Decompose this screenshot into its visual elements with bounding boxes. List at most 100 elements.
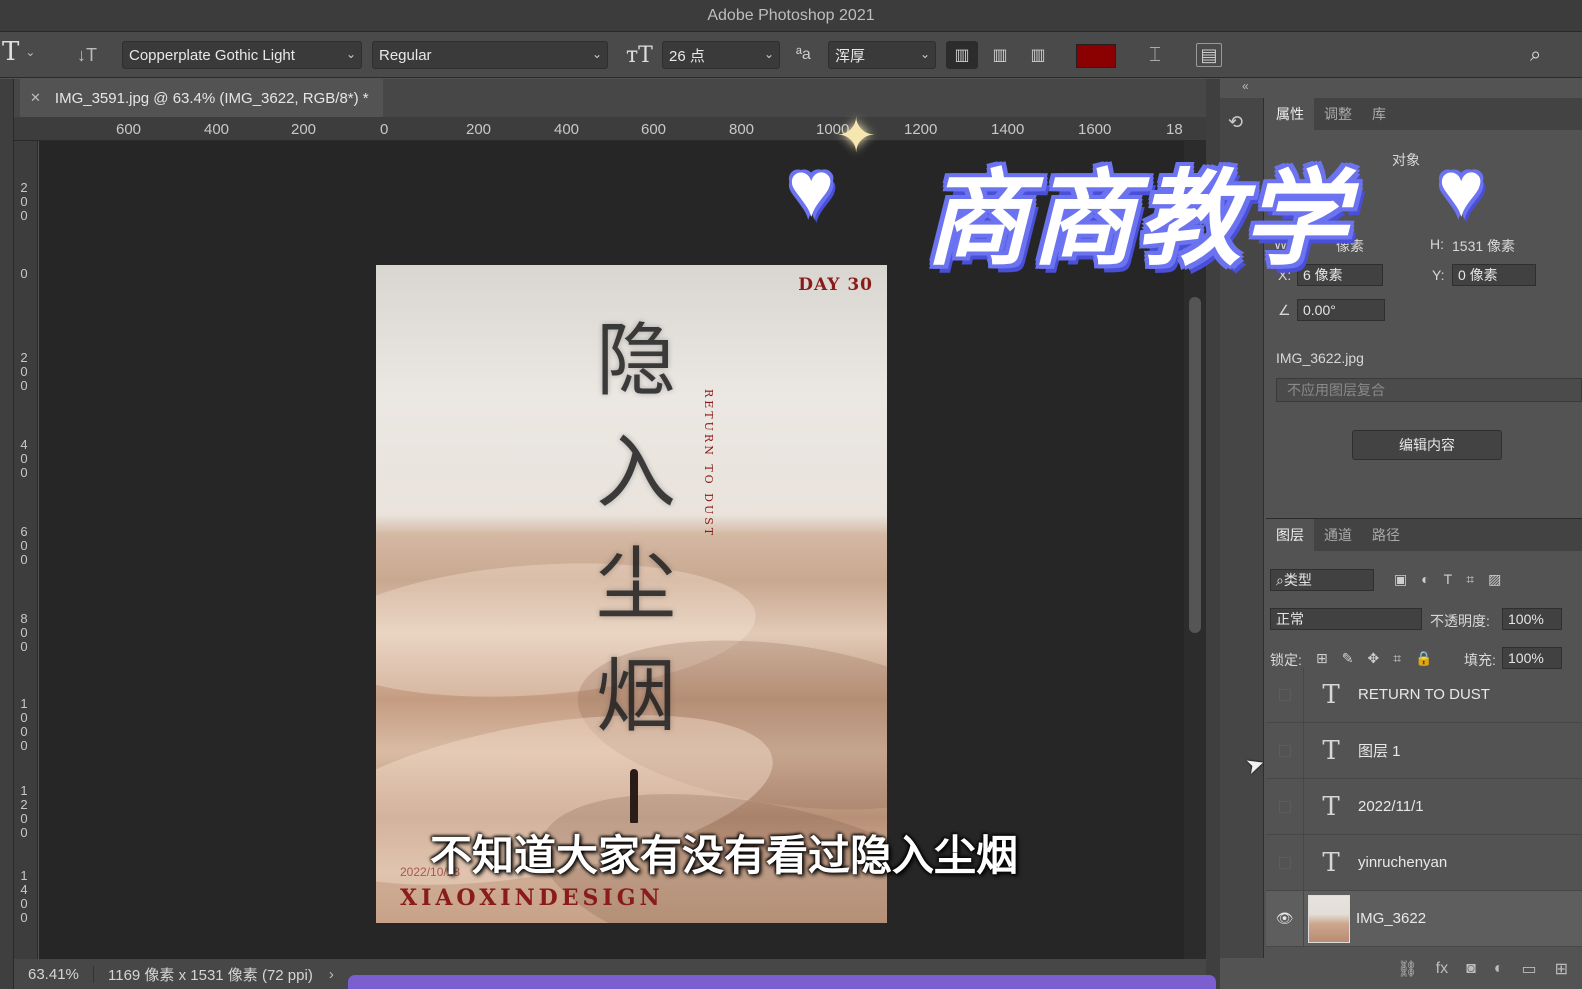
ruler-label: 1200: [20, 783, 28, 840]
title-bar: Adobe Photoshop 2021: [0, 0, 1582, 32]
edit-contents-button[interactable]: 编辑内容: [1352, 430, 1502, 460]
options-bar: T ⌄ ↓T Copperplate Gothic Light ⌄ Regular ⌄…: [0, 32, 1582, 78]
layer-row[interactable]: T 图层 1: [1266, 722, 1582, 779]
fill-field[interactable]: 100%: [1502, 647, 1562, 669]
document-dimensions: 1169 像素 x 1531 像素 (72 ppi): [108, 966, 313, 984]
linked-file-name: IMG_3622.jpg: [1276, 350, 1364, 366]
status-more-icon[interactable]: ›: [313, 966, 334, 983]
ruler-label: 200: [466, 121, 492, 138]
layer-name: 2022/11/1: [1358, 798, 1424, 815]
antialias-icon: ªa: [796, 46, 811, 63]
document-tab[interactable]: ✕ IMG_3591.jpg @ 63.4% (IMG_3622, RGB/8*…: [20, 79, 383, 117]
ruler-label: 0: [20, 266, 28, 281]
ruler-label: 1000: [20, 696, 28, 753]
tab-adjustments[interactable]: 调整: [1314, 98, 1362, 130]
y-field[interactable]: 0 像素: [1452, 264, 1536, 286]
poster-brand: XIAOXINDESIGN: [400, 885, 664, 911]
link-icon[interactable]: ⛓: [1397, 959, 1417, 979]
eye-icon[interactable]: 👁: [1266, 890, 1304, 947]
collapse-panels-icon[interactable]: «: [1242, 79, 1249, 93]
text-layer-icon: T: [1322, 679, 1340, 710]
fx-icon[interactable]: fx: [1436, 960, 1448, 978]
figure-silhouette: [630, 769, 638, 823]
ruler-label: 200: [291, 121, 317, 138]
zoom-level[interactable]: 63.41%: [14, 965, 94, 983]
tab-properties[interactable]: 属性: [1266, 98, 1314, 130]
tab-channels[interactable]: 通道: [1314, 519, 1362, 551]
lock-icons[interactable]: ⊞✎✥⌗🔒: [1316, 650, 1447, 667]
layer-row[interactable]: T 2022/11/1: [1266, 778, 1582, 835]
layer-filter-icons[interactable]: ▣◐T⌗▨: [1394, 571, 1515, 588]
font-style-select[interactable]: Regular ⌄: [372, 41, 608, 69]
font-style-value: Regular: [379, 46, 432, 64]
ruler-label: 400: [20, 437, 28, 480]
layer-row[interactable]: 👁 IMG_3622: [1266, 890, 1582, 947]
document-tabs: ✕ IMG_3591.jpg @ 63.4% (IMG_3622, RGB/8*…: [14, 79, 1220, 117]
calligraphy-char: 尘: [596, 538, 676, 631]
mask-icon[interactable]: ◙: [1466, 960, 1476, 978]
visibility-toggle[interactable]: [1266, 666, 1304, 723]
visibility-toggle[interactable]: [1266, 722, 1304, 779]
history-icon[interactable]: ⟲: [1228, 112, 1243, 133]
sparkle-icon: ✦: [836, 110, 877, 163]
layers-footer: ⛓ fx ◙ ◐ ▭ ⊞: [1266, 951, 1582, 987]
align-right-icon[interactable]: ▥: [1022, 41, 1054, 69]
antialias-select[interactable]: 浑厚 ⌄: [828, 41, 936, 69]
tab-paths[interactable]: 路径: [1362, 519, 1410, 551]
document-tab-title: IMG_3591.jpg @ 63.4% (IMG_3622, RGB/8*) …: [54, 89, 369, 107]
opacity-label: 不透明度:: [1430, 613, 1490, 629]
poster-day-label: DAY 30: [798, 275, 873, 295]
tab-libraries[interactable]: 库: [1362, 98, 1396, 130]
angle-field[interactable]: 0.00°: [1297, 299, 1385, 321]
opacity-field[interactable]: 100%: [1502, 608, 1562, 630]
chevron-down-icon: ⌄: [763, 47, 774, 61]
text-orientation-icon[interactable]: ↓T: [72, 41, 102, 69]
object-type-label: 对象: [1392, 152, 1420, 168]
layer-name: yinruchenyan: [1358, 854, 1448, 871]
chevron-down-icon: ⌄: [591, 47, 602, 61]
folder-icon[interactable]: ▭: [1521, 959, 1536, 979]
poster-subtitle-vertical: RETURN TO DUST: [702, 389, 715, 539]
tab-layers[interactable]: 图层: [1266, 519, 1314, 551]
close-icon[interactable]: ✕: [30, 90, 41, 106]
visibility-toggle[interactable]: [1266, 778, 1304, 835]
height-value: 1531 像素: [1452, 238, 1516, 254]
ruler-label: 200: [20, 180, 28, 223]
calligraphy-char: 入: [596, 426, 676, 519]
layer-row[interactable]: T yinruchenyan: [1266, 834, 1582, 891]
app-title: Adobe Photoshop 2021: [707, 6, 875, 24]
align-center-icon[interactable]: ▥: [984, 41, 1016, 69]
type-tool-preset[interactable]: T ⌄: [0, 37, 48, 67]
chevron-down-icon: ⌄: [919, 47, 930, 61]
text-layer-icon: T: [1322, 847, 1340, 878]
calligraphy-char: 隐: [596, 314, 676, 407]
search-icon[interactable]: ⌕: [1530, 41, 1554, 69]
layer-row[interactable]: T RETURN TO DUST: [1266, 666, 1582, 723]
ruler-label: 600: [641, 121, 667, 138]
visibility-toggle[interactable]: [1266, 834, 1304, 891]
heart-icon: ♥: [788, 145, 835, 233]
ruler-label: 800: [20, 611, 28, 654]
scrollbar-thumb[interactable]: [1189, 297, 1201, 633]
font-family-value: Copperplate Gothic Light: [129, 46, 295, 64]
font-family-select[interactable]: Copperplate Gothic Light ⌄: [122, 41, 362, 69]
layer-name: 图层 1: [1358, 743, 1401, 760]
properties-tabs: 属性 调整 库: [1266, 98, 1582, 130]
ruler-label: 200: [20, 350, 28, 393]
text-color-swatch[interactable]: [1076, 44, 1116, 68]
ruler-label: 0: [380, 121, 389, 138]
align-left-icon[interactable]: ▥: [946, 41, 978, 69]
warp-text-icon[interactable]: ⌶: [1140, 41, 1170, 69]
character-panel-icon[interactable]: ▤: [1196, 43, 1222, 67]
layer-filter-select[interactable]: ⌕ 类型: [1270, 569, 1374, 591]
layer-comp-select[interactable]: 不应用图层复合: [1276, 378, 1582, 402]
font-size-select[interactable]: 26 点 ⌄: [662, 41, 780, 69]
layers-panel: 图层 通道 路径 ⌕ 类型 ▣◐T⌗▨ 正常 不透明度: 100% 锁定: ⊞✎✥…: [1266, 518, 1582, 989]
font-size-value: 26 点: [669, 47, 705, 65]
blend-mode-select[interactable]: 正常: [1270, 608, 1422, 630]
ruler-label: 400: [204, 121, 230, 138]
adjustment-icon[interactable]: ◐: [1494, 960, 1504, 978]
height-label: H:: [1430, 236, 1444, 252]
new-layer-icon[interactable]: ⊞: [1555, 959, 1568, 979]
search-icon: ⌕: [1276, 571, 1284, 588]
